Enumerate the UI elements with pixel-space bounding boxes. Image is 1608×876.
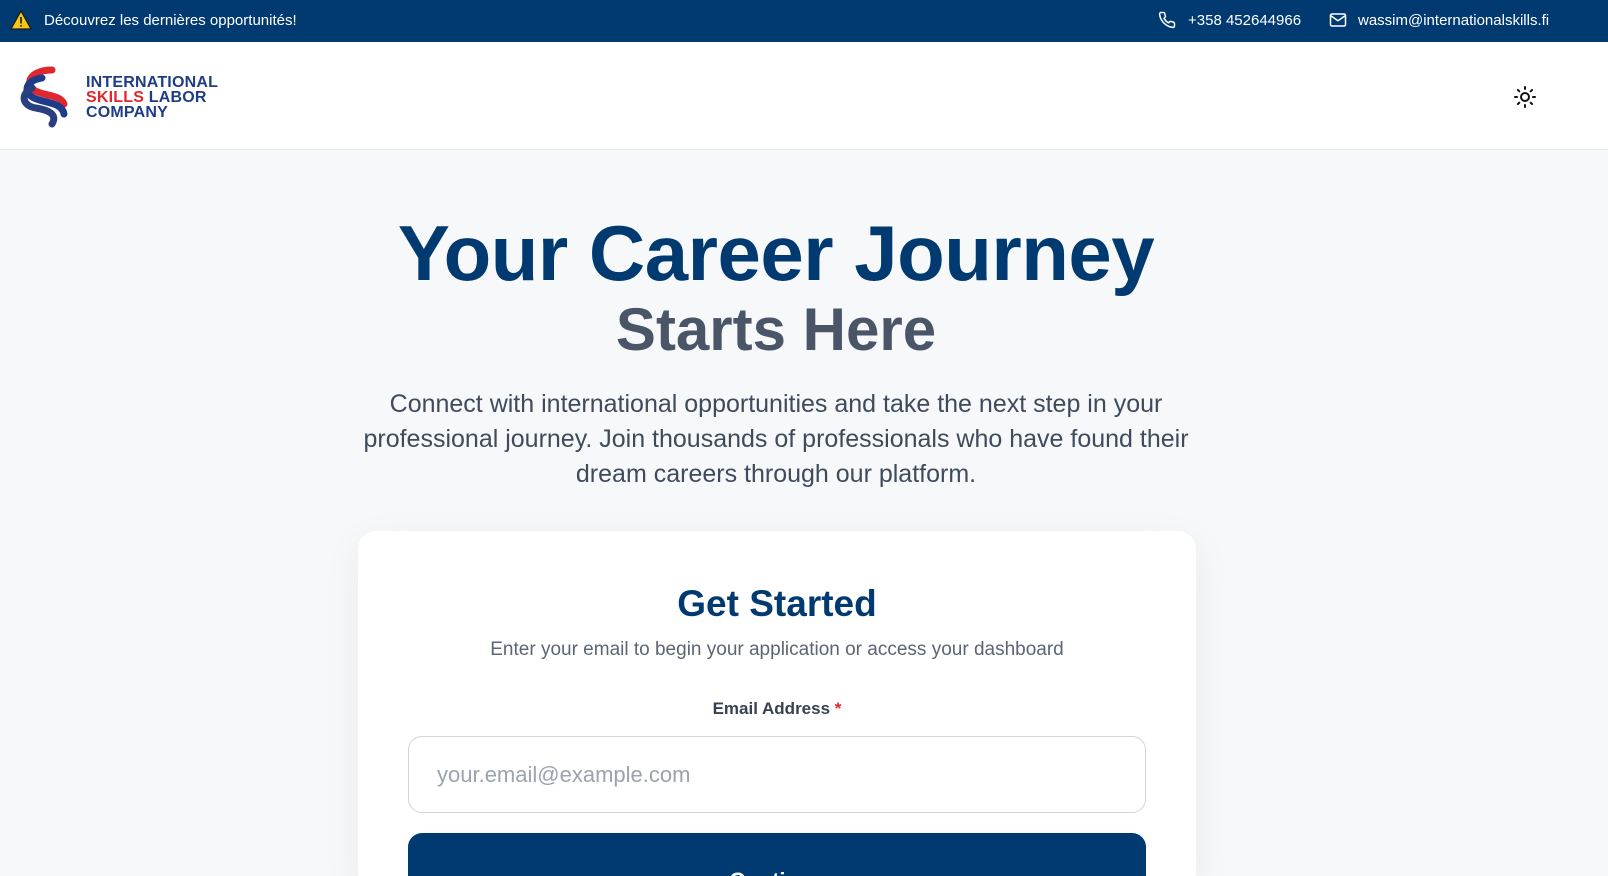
email-input[interactable] bbox=[408, 736, 1146, 813]
logo-line-1: INTERNATIONAL bbox=[86, 73, 219, 91]
logo-skills: SKILLS bbox=[86, 88, 145, 106]
email-label-text: Email Address bbox=[712, 699, 831, 718]
top-announcement-bar: Découvrez les dernières opportunités! +3… bbox=[0, 0, 1608, 42]
mail-icon bbox=[1329, 12, 1347, 28]
sun-icon bbox=[1514, 86, 1536, 108]
announcement-text[interactable]: Découvrez les dernières opportunités! bbox=[44, 12, 297, 29]
logo-mark-icon bbox=[20, 66, 68, 128]
logo-labor: LABOR bbox=[148, 88, 207, 106]
phone-icon bbox=[1158, 11, 1176, 29]
theme-toggle-button[interactable] bbox=[1510, 82, 1540, 112]
email-link[interactable]: wassim@internationalskills.fi bbox=[1358, 12, 1549, 29]
required-marker: * bbox=[834, 699, 842, 718]
company-logo[interactable]: INTERNATIONAL SKILLS LABOR COMPANY bbox=[12, 62, 232, 132]
get-started-card: Get Started Enter your email to begin yo… bbox=[358, 531, 1196, 876]
site-header: INTERNATIONAL SKILLS LABOR COMPANY bbox=[0, 42, 1608, 150]
warning-icon bbox=[9, 9, 33, 30]
card-title: Get Started bbox=[677, 583, 877, 624]
phone-link[interactable]: +358 452644966 bbox=[1188, 12, 1301, 29]
logo-line-2: SKILLS LABOR bbox=[86, 88, 218, 106]
hero-title: Your Career Journey bbox=[397, 209, 1155, 297]
email-label: Email Address * bbox=[358, 699, 1196, 719]
logo-line-3: COMPANY bbox=[86, 103, 168, 121]
continue-button[interactable]: Continue bbox=[408, 833, 1146, 876]
hero-description: Connect with international opportunities… bbox=[363, 390, 1189, 488]
hero-subtitle: Starts Here bbox=[615, 296, 937, 363]
card-description: Enter your email to begin your applicati… bbox=[490, 639, 1064, 660]
logo-wordmark: INTERNATIONAL SKILLS LABOR COMPANY bbox=[86, 73, 219, 121]
